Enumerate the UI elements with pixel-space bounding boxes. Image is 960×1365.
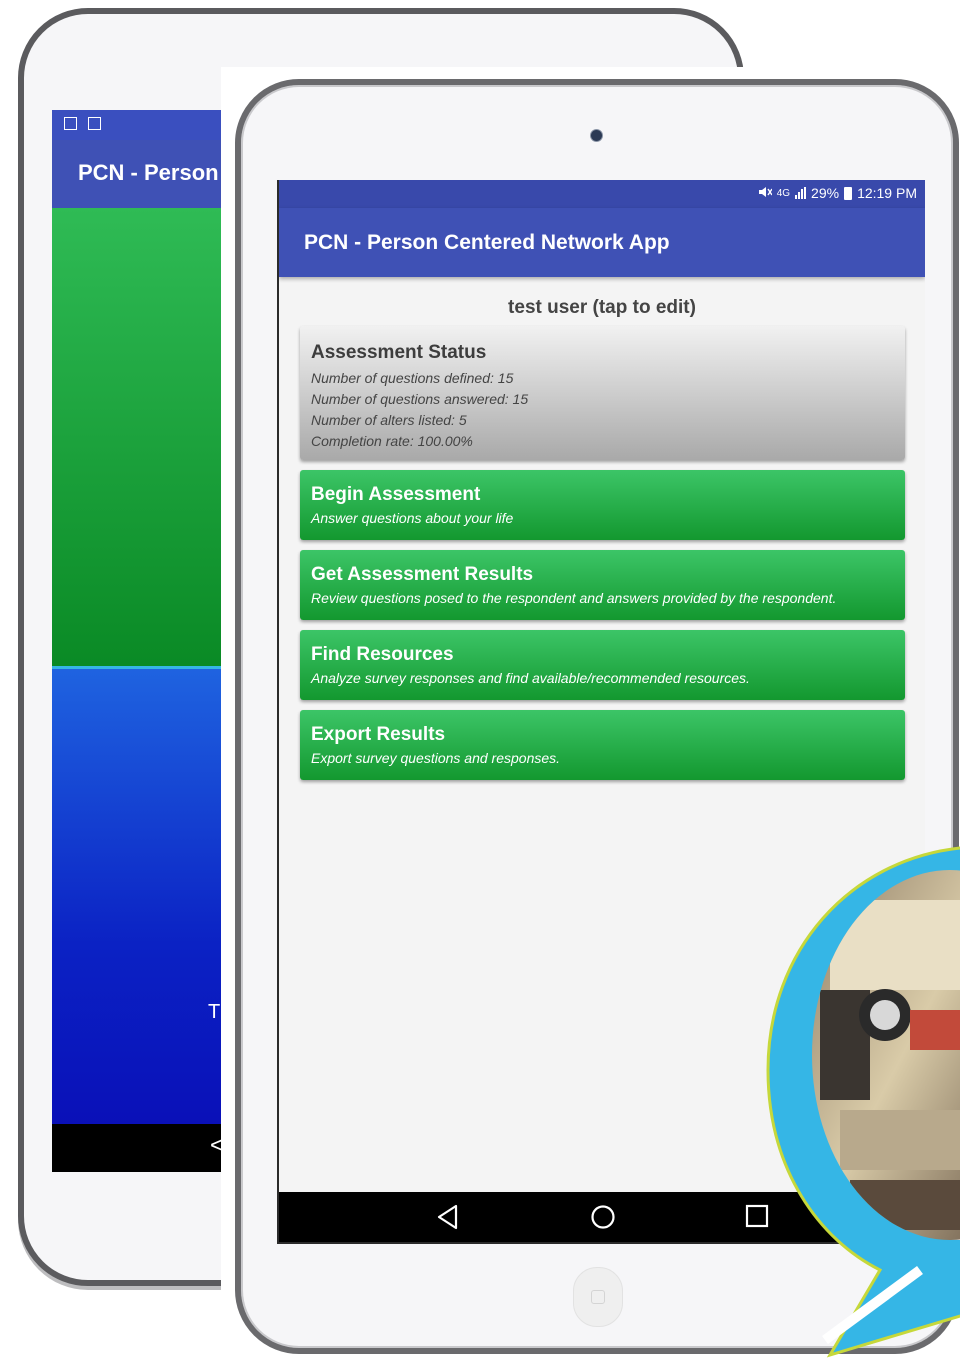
nav-home-icon[interactable]: [590, 1204, 616, 1230]
export-results-title: Export Results: [311, 724, 446, 745]
assessment-status-title: Assessment Status: [311, 342, 487, 363]
app-bar: PCN - Person Centered Network App: [279, 208, 925, 277]
nav-back-icon[interactable]: [436, 1204, 460, 1230]
network-type: 4G: [776, 187, 791, 199]
home-button-glyph: [591, 1290, 605, 1304]
app-title: PCN - Person Centered Network App: [304, 231, 670, 254]
stat-alters-listed: Number of alters listed: 5: [311, 412, 467, 428]
export-results-button[interactable]: Export Results Export survey questions a…: [300, 710, 905, 780]
export-results-subtitle: Export survey questions and responses.: [311, 750, 561, 766]
home-button[interactable]: [573, 1267, 623, 1327]
begin-assessment-title: Begin Assessment: [311, 484, 481, 505]
find-resources-title: Find Resources: [311, 644, 454, 665]
stat-completion-rate: Completion rate: 100.00%: [311, 433, 473, 449]
battery-percent: 29%: [811, 185, 840, 201]
stat-questions-answered: Number of questions answered: 15: [311, 391, 529, 407]
user-name-edit[interactable]: test user (tap to edit): [279, 297, 925, 319]
speech-bubble-photo: [760, 840, 960, 1360]
back-app-title: PCN - Person C: [78, 160, 241, 185]
back-partial-text: T: [208, 1001, 221, 1023]
image-icon: [88, 117, 101, 130]
calendar-icon: [64, 117, 77, 130]
stat-questions-defined: Number of questions defined: 15: [311, 370, 514, 386]
begin-assessment-subtitle: Answer questions about your life: [311, 510, 514, 526]
battery-icon: [844, 186, 853, 200]
get-results-button[interactable]: Get Assessment Results Review questions …: [300, 550, 905, 620]
find-resources-subtitle: Analyze survey responses and find availa…: [311, 670, 750, 686]
status-time: 12:19 PM: [857, 185, 917, 201]
mute-icon: [758, 185, 773, 201]
photo-bubble-graphic: [766, 846, 960, 1358]
assessment-status-card: Assessment Status Number of questions de…: [300, 326, 905, 460]
find-resources-button[interactable]: Find Resources Analyze survey responses …: [300, 630, 905, 700]
signal-icon: [795, 187, 807, 199]
begin-assessment-button[interactable]: Begin Assessment Answer questions about …: [300, 470, 905, 540]
get-results-subtitle: Review questions posed to the respondent…: [311, 590, 837, 606]
front-camera-dot: [591, 130, 602, 141]
get-results-title: Get Assessment Results: [311, 564, 534, 585]
status-bar: 4G 29% 12:19 PM: [279, 180, 925, 208]
